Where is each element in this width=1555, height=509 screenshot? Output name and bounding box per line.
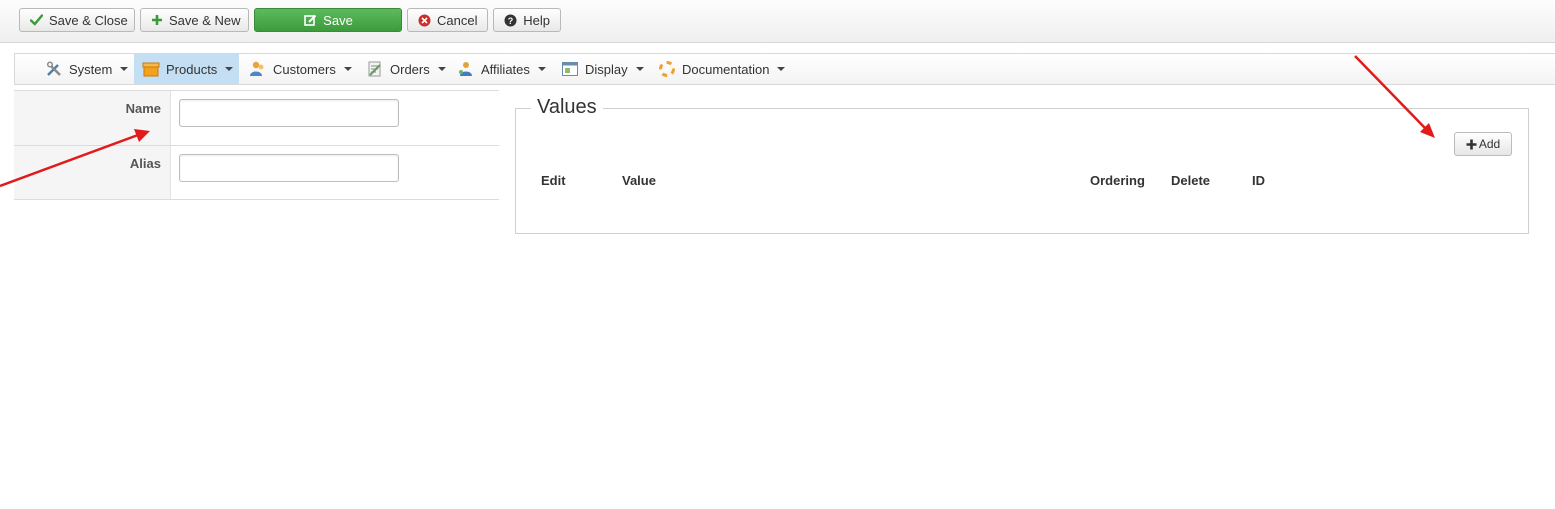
orders-icon: [366, 60, 384, 78]
values-title: Values: [531, 96, 603, 119]
check-icon: [30, 13, 43, 27]
menu-label-customers: Customers: [273, 61, 336, 77]
save-new-label: Save & New: [169, 12, 241, 28]
chevron-down-icon: [343, 67, 352, 71]
alias-input[interactable]: [179, 154, 399, 182]
menu-label-display: Display: [585, 61, 628, 77]
alias-label: Alias: [14, 146, 171, 199]
column-header-value: Value: [622, 173, 656, 188]
menu-item-display[interactable]: Display: [553, 54, 652, 84]
plus-icon: [1466, 139, 1477, 150]
save-button[interactable]: Save: [254, 8, 402, 32]
box-icon: [142, 60, 160, 78]
add-label: Add: [1478, 137, 1501, 151]
lifebuoy-icon: [658, 60, 676, 78]
cancel-button[interactable]: Cancel: [407, 8, 488, 32]
menu-item-orders[interactable]: Orders: [358, 54, 454, 84]
menu-label-orders: Orders: [390, 61, 430, 77]
save-close-label: Save & Close: [49, 12, 128, 28]
menu-item-affiliates[interactable]: Affiliates: [449, 54, 554, 84]
toolbar: Save & Close Save & New Save Cancel ? He…: [0, 0, 1555, 43]
menu-label-system: System: [69, 61, 113, 77]
svg-text:?: ?: [508, 16, 514, 26]
users-icon: [249, 60, 267, 78]
column-header-id: ID: [1252, 173, 1265, 188]
save-label: Save: [323, 12, 353, 28]
menu-label-documentation: Documentation: [682, 61, 770, 77]
chevron-down-icon: [437, 67, 446, 71]
menu-item-products[interactable]: Products: [134, 54, 239, 84]
chevron-down-icon: [120, 67, 129, 71]
chevron-down-icon: [225, 67, 234, 71]
display-icon: [561, 60, 579, 78]
chevron-down-icon: [537, 67, 546, 71]
add-value-button[interactable]: Add: [1454, 132, 1512, 156]
values-fieldset: Values Add Edit Value Ordering Delete ID: [515, 96, 1529, 234]
menu-label-affiliates: Affiliates: [481, 61, 530, 77]
cancel-icon: [418, 13, 431, 27]
cancel-label: Cancel: [437, 12, 478, 28]
alias-row: Alias: [14, 145, 499, 200]
name-input[interactable]: [179, 99, 399, 127]
menu-item-system[interactable]: System: [37, 54, 136, 84]
menu-item-documentation[interactable]: Documentation: [650, 54, 793, 84]
plus-icon: [151, 13, 163, 27]
help-label: Help: [523, 12, 550, 28]
column-header-edit: Edit: [541, 173, 566, 188]
tools-icon: [45, 60, 63, 78]
chevron-down-icon: [777, 67, 786, 71]
chevron-down-icon: [635, 67, 644, 71]
menu-item-customers[interactable]: Customers: [241, 54, 360, 84]
save-close-button[interactable]: Save & Close: [19, 8, 135, 32]
question-icon: ?: [504, 13, 517, 27]
main-menu: System Products Customers Orders Affilia…: [14, 53, 1555, 85]
column-header-ordering: Ordering: [1090, 173, 1145, 188]
save-new-button[interactable]: Save & New: [140, 8, 249, 32]
name-label: Name: [14, 91, 171, 145]
edit-icon: [303, 13, 317, 27]
name-row: Name: [14, 90, 499, 145]
help-button[interactable]: ? Help: [493, 8, 561, 32]
column-header-delete: Delete: [1171, 173, 1211, 188]
menu-label-products: Products: [166, 61, 218, 77]
affiliates-icon: [457, 60, 475, 78]
